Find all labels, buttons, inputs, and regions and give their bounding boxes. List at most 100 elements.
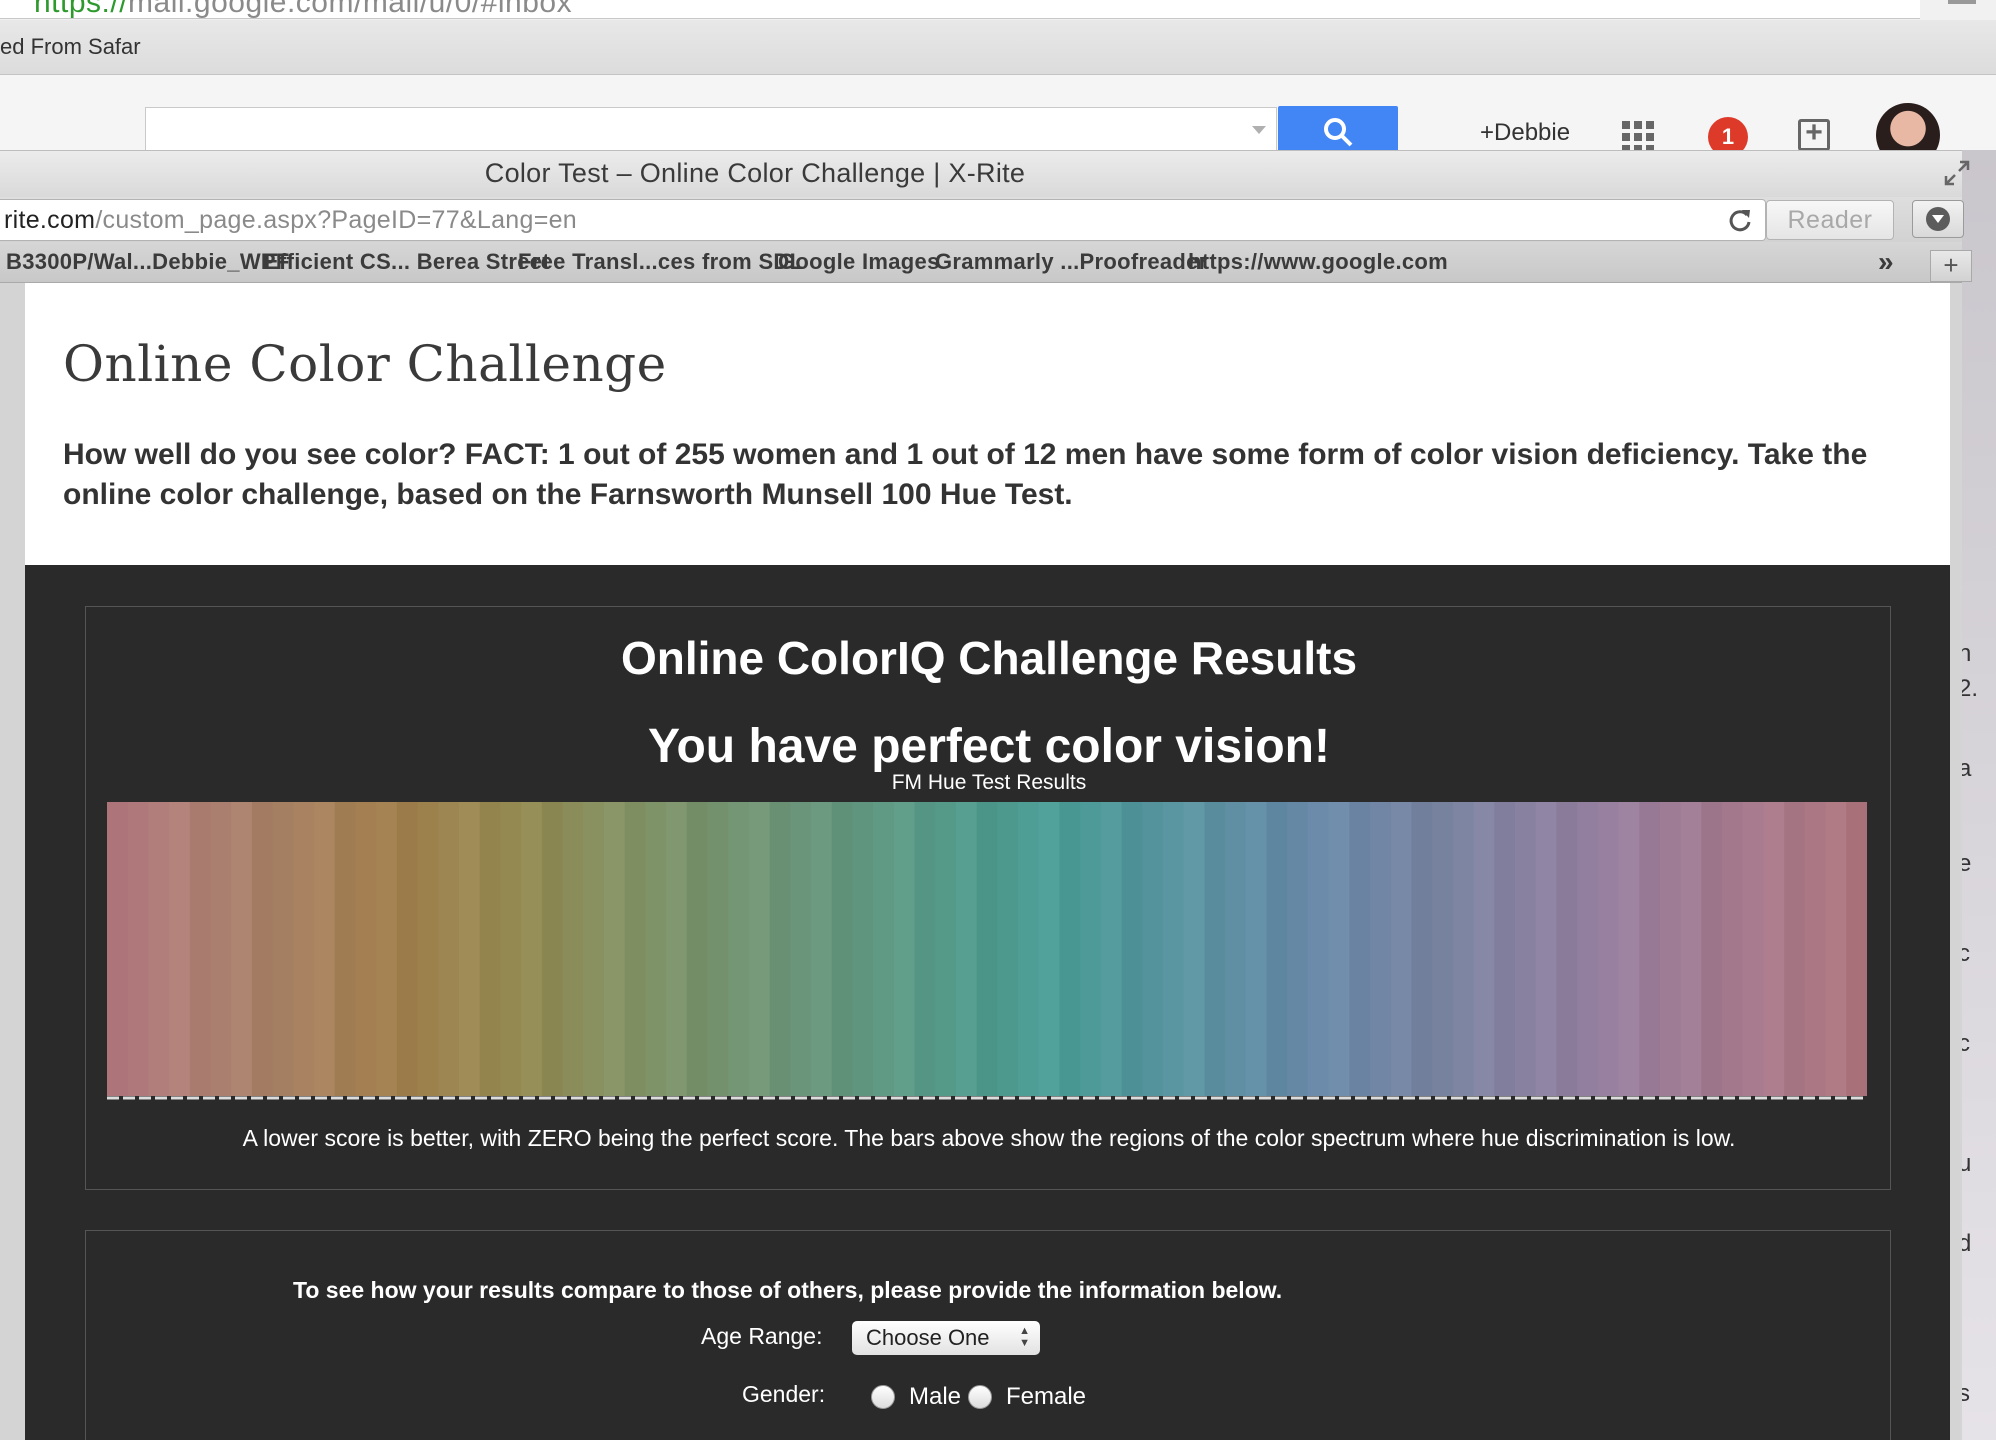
- bookmarks-bar: B3300P/Wal...Debbie_WPF Efficient CS... …: [0, 242, 1972, 283]
- hue-bar: [1825, 802, 1847, 1096]
- search-options-arrow-icon[interactable]: [1252, 126, 1266, 134]
- hue-bar: [831, 802, 854, 1096]
- hue-bar: [1639, 802, 1661, 1096]
- hue-bar: [1390, 802, 1413, 1096]
- hue-bar: [1163, 802, 1185, 1096]
- hue-bar: [1307, 802, 1330, 1096]
- hue-bar: [1245, 802, 1268, 1096]
- hue-bar: [1100, 802, 1123, 1096]
- page-title: Online Color Challenge: [63, 335, 667, 393]
- gmail-search-input[interactable]: [145, 107, 1277, 153]
- new-tab-button[interactable]: +: [1930, 250, 1972, 282]
- hue-bar: [293, 802, 315, 1096]
- hue-bar: [1494, 802, 1516, 1096]
- share-plus-icon[interactable]: +: [1798, 118, 1830, 151]
- hue-bar: [1846, 802, 1867, 1096]
- hue-bar: [686, 802, 709, 1096]
- bookmark-item[interactable]: Free Transl...ces from SDL: [518, 249, 803, 275]
- background-tab-label[interactable]: ed From Safar: [0, 34, 141, 60]
- hue-bar: [169, 802, 191, 1096]
- hue-bar: [603, 802, 626, 1096]
- results-panel: Online ColorIQ Challenge Results You hav…: [85, 606, 1891, 1190]
- bookmark-item[interactable]: Google Images: [778, 249, 940, 275]
- minimize-icon[interactable]: [1948, 0, 1976, 4]
- hue-bar: [438, 802, 460, 1096]
- results-title: Online ColorIQ Challenge Results: [620, 632, 1358, 684]
- hue-bar: [707, 802, 729, 1096]
- hue-bar: [314, 802, 336, 1096]
- hue-results-chart: [107, 802, 1867, 1100]
- hue-bar: [1473, 802, 1495, 1096]
- background-url-bar[interactable]: https://mail.google.com/mail/u/0/#inbox: [0, 0, 1920, 19]
- hue-bar: [521, 802, 543, 1096]
- hue-bar: [976, 802, 998, 1096]
- hue-bar: [1597, 802, 1620, 1096]
- fullscreen-icon[interactable]: [1942, 158, 1972, 188]
- hue-bar: [769, 802, 791, 1096]
- hue-bar: [1370, 802, 1392, 1096]
- hue-bar: [1038, 802, 1061, 1096]
- gender-male-radio[interactable]: [871, 1385, 895, 1409]
- hue-bar: [1722, 802, 1744, 1096]
- gender-male-label[interactable]: Male: [909, 1383, 961, 1411]
- hue-bar: [1204, 802, 1226, 1096]
- hue-bar: [893, 802, 916, 1096]
- hue-bar: [1059, 802, 1081, 1096]
- hue-bar: [210, 802, 232, 1096]
- hue-bar: [459, 802, 481, 1096]
- hue-bar: [1701, 802, 1723, 1096]
- hue-bar: [355, 802, 377, 1096]
- hue-bar: [1183, 802, 1206, 1096]
- gender-female-radio[interactable]: [968, 1385, 992, 1409]
- hue-bar: [334, 802, 357, 1096]
- page-intro: How well do you see color? FACT: 1 out o…: [63, 438, 1868, 511]
- challenge-area: Online ColorIQ Challenge Results You hav…: [25, 565, 1950, 1440]
- reload-icon[interactable]: [1726, 206, 1754, 234]
- hue-bar: [376, 802, 398, 1096]
- hue-bar: [1742, 802, 1765, 1096]
- address-field[interactable]: rite.com/custom_page.aspx?PageID=77&Lang…: [0, 199, 1766, 241]
- gender-label: Gender:: [742, 1381, 826, 1407]
- bookmark-item[interactable]: Efficient CS... Berea Street: [264, 249, 550, 275]
- hue-bar: [666, 802, 688, 1096]
- chart-title: FM Hue Test Results: [891, 771, 1087, 794]
- search-icon: [1324, 118, 1353, 147]
- age-range-value: Choose One: [866, 1325, 990, 1350]
- hue-bar: [127, 802, 150, 1096]
- bookmark-item[interactable]: https://www.google.com: [1188, 249, 1448, 275]
- page-content: Online Color Challenge How well do you s…: [25, 283, 1950, 1440]
- age-range-label: Age Range:: [701, 1323, 823, 1349]
- age-range-select[interactable]: Choose One ▲ ▼: [852, 1321, 1040, 1355]
- hue-bar: [1577, 802, 1599, 1096]
- gmail-user-name[interactable]: +Debbie: [1480, 119, 1570, 147]
- hue-bar: [1556, 802, 1578, 1096]
- results-note: A lower score is better, with ZERO being…: [242, 1125, 1736, 1151]
- hue-bar: [914, 802, 936, 1096]
- bookmarks-overflow-icon[interactable]: »: [1878, 246, 1894, 278]
- hue-bar: [1225, 802, 1247, 1096]
- hue-bar: [645, 802, 667, 1096]
- reader-button[interactable]: Reader: [1766, 200, 1894, 240]
- hue-bar: [1659, 802, 1682, 1096]
- gmail-search-button[interactable]: [1278, 106, 1398, 152]
- hue-bar: [1142, 802, 1164, 1096]
- hue-bar: [1349, 802, 1371, 1096]
- download-icon: [1926, 207, 1950, 231]
- hue-bar: [1328, 802, 1350, 1096]
- gender-female-label[interactable]: Female: [1006, 1383, 1086, 1411]
- hue-bar: [1411, 802, 1433, 1096]
- hue-bar: [790, 802, 812, 1096]
- hue-bar: [1515, 802, 1537, 1096]
- results-headline: You have perfect color vision!: [648, 720, 1330, 773]
- bookmark-item[interactable]: Grammarly ...Proofreader: [935, 249, 1208, 275]
- bookmark-item[interactable]: B3300P/Wal...Debbie_WPF: [6, 249, 290, 275]
- background-window-edge: n 2. a e ccuds: [1962, 150, 1996, 1440]
- hue-bar: [873, 802, 895, 1096]
- hue-bar: [1018, 802, 1040, 1096]
- hue-bar: [955, 802, 978, 1096]
- hue-bar: [852, 802, 874, 1096]
- hue-bar: [1763, 802, 1785, 1096]
- hue-bar: [1287, 802, 1309, 1096]
- hue-bar: [1680, 802, 1702, 1096]
- downloads-button[interactable]: [1912, 200, 1964, 238]
